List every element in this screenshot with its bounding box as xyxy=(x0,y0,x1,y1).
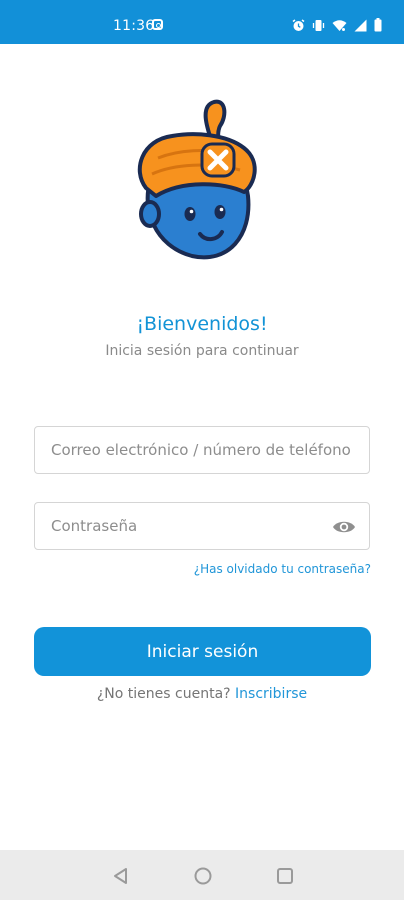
password-input[interactable] xyxy=(35,503,369,549)
login-subtitle: Inicia sesión para continuar xyxy=(105,343,299,359)
home-icon[interactable] xyxy=(193,866,213,886)
instagram-icon xyxy=(152,19,163,30)
navigation-bar xyxy=(0,850,404,900)
show-password-icon[interactable] xyxy=(332,517,356,537)
email-input[interactable] xyxy=(35,427,369,473)
signup-row: ¿No tienes cuenta? Inscribirse xyxy=(0,686,404,702)
status-time: 11:36 xyxy=(113,18,155,34)
genie-mascot-logo xyxy=(137,99,257,260)
email-field[interactable] xyxy=(34,426,370,474)
wifi-icon xyxy=(332,19,347,31)
vibrate-icon xyxy=(312,19,325,31)
password-field[interactable] xyxy=(34,502,370,550)
no-account-text: ¿No tienes cuenta? xyxy=(96,686,231,702)
status-icons xyxy=(292,18,382,32)
recents-icon[interactable] xyxy=(275,866,295,886)
welcome-title: ¡Bienvenidos! xyxy=(136,313,268,335)
signal-icon xyxy=(354,19,367,31)
signup-link[interactable]: Inscribirse xyxy=(235,686,307,702)
login-button[interactable]: Iniciar sesión xyxy=(34,627,371,676)
forgot-password-link[interactable]: ¿Has olvidado tu contraseña? xyxy=(194,562,371,576)
alarm-icon xyxy=(292,18,305,31)
battery-icon xyxy=(374,18,382,32)
status-bar: 11:36 xyxy=(0,0,404,44)
back-icon[interactable] xyxy=(111,866,131,886)
